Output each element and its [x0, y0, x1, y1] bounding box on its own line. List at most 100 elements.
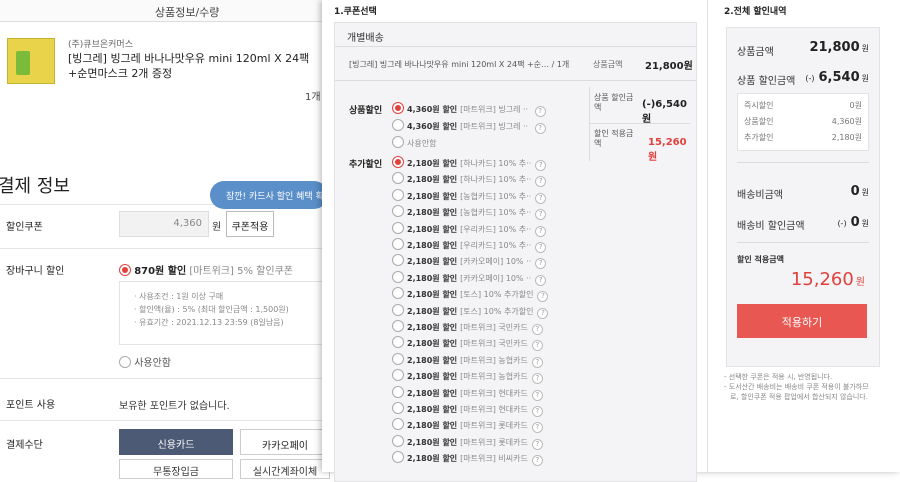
help-icon[interactable]: ? — [535, 258, 547, 270]
coupon-option[interactable]: 2,180원 할인 [마트위크] 롯데카드? — [392, 434, 543, 450]
apply-button[interactable]: 적용하기 — [737, 304, 867, 338]
product-no-use-option[interactable]: 사용안함 — [392, 136, 436, 149]
coupon-amount: 2,180원 할인 — [407, 454, 458, 464]
coupon-option[interactable]: 2,180원 할인 [하나카드] 10% 추··? — [392, 172, 547, 188]
unit: 원 — [861, 188, 869, 197]
unit: 원 — [861, 219, 869, 228]
help-icon[interactable]: ? — [531, 324, 543, 335]
credit-card-button[interactable]: 신용카드 — [119, 429, 233, 455]
help-icon[interactable]: ? — [531, 422, 543, 434]
product-discount-label: 상품할인 — [349, 106, 383, 116]
help-icon[interactable]: ? — [531, 373, 543, 385]
radio-icon[interactable] — [392, 172, 404, 185]
help-icon[interactable]: ? — [534, 123, 546, 134]
radio-icon[interactable] — [392, 238, 404, 250]
final-amount-label: 할인 적용금액 — [737, 255, 784, 264]
coupon-option[interactable]: 2,180원 할인 [우리카드] 10% 추··? — [392, 221, 547, 237]
coupon-option[interactable]: 2,180원 할인 [마트위크] 국민카드? — [392, 336, 543, 352]
points-text: 보유한 포인트가 없습니다. — [119, 401, 230, 412]
coupon-option[interactable]: 2,180원 할인 [마트위크] 농협카드? — [392, 369, 543, 385]
help-icon[interactable]: ? — [535, 160, 547, 171]
summary-discount-label: 상품 할인금액 — [737, 76, 796, 87]
radio-selected-icon[interactable] — [119, 264, 131, 276]
radio-icon[interactable] — [392, 451, 404, 464]
help-icon[interactable]: ? — [535, 192, 547, 204]
radio-icon[interactable] — [392, 136, 404, 148]
coupon-option[interactable]: 2,180원 할인 [우리카드] 10% 추··? — [392, 238, 547, 253]
coupon-option[interactable]: 2,180원 할인 [마트위크] 비씨카드? — [392, 451, 543, 467]
radio-icon[interactable] — [392, 418, 404, 431]
help-icon[interactable]: ? — [531, 340, 543, 352]
radio-icon[interactable] — [392, 352, 404, 365]
coupon-option[interactable]: 2,180원 할인 [마트위크] 국민카드? — [392, 320, 543, 335]
help-icon[interactable]: ? — [531, 406, 543, 417]
coupon-option[interactable]: 2,180원 할인 [하나카드] 10% 추··? — [392, 156, 547, 171]
kakaopay-button[interactable]: 카카오페이 — [240, 429, 330, 455]
divider — [737, 242, 869, 243]
coupon-select-title: 1.쿠폰선택 — [334, 7, 377, 17]
coupon-desc: [마트위크] 국민카드 — [460, 339, 528, 349]
radio-icon[interactable] — [392, 303, 404, 316]
detail-label: 추가할인 — [744, 133, 774, 142]
product-qty: 1개 — [305, 92, 321, 103]
note-line: - 선택한 쿠폰은 적용 시, 반영됩니다. — [724, 373, 833, 381]
divider — [590, 123, 690, 124]
card-benefit-tooltip[interactable]: 잠깐! 카드사 할인 혜택 확 — [210, 181, 328, 209]
coupon-option[interactable]: 2,180원 할인 [카카오페이] 10% ··? — [392, 270, 547, 286]
help-icon[interactable]: ? — [537, 307, 549, 319]
cart-no-use-option[interactable]: 사용안함 — [119, 354, 171, 369]
help-icon[interactable]: ? — [535, 209, 547, 221]
coupon-option[interactable]: 2,180원 할인 [농협카드] 10% 추··? — [392, 188, 547, 204]
radio-icon[interactable] — [119, 356, 131, 368]
cart-discount-label: 장바구니 할인 — [6, 266, 65, 277]
radio-icon[interactable] — [392, 188, 404, 201]
radio-icon[interactable] — [392, 270, 404, 283]
help-icon[interactable]: ? — [535, 225, 547, 237]
help-icon[interactable]: ? — [531, 438, 543, 450]
radio-selected-icon[interactable] — [392, 156, 404, 168]
coupon-option[interactable]: 2,180원 할인 [마트위크] 현대카드? — [392, 402, 543, 417]
coupon-option[interactable]: 2,180원 할인 [토스] 10% 추가할인? — [392, 287, 549, 303]
coupon-option[interactable]: 2,180원 할인 [토스] 10% 추가할인? — [392, 303, 549, 319]
radio-icon[interactable] — [392, 434, 404, 447]
cart-option-amount: 870원 할인 — [134, 266, 187, 277]
radio-icon[interactable] — [392, 336, 404, 349]
radio-icon[interactable] — [392, 369, 404, 382]
help-icon[interactable]: ? — [534, 106, 546, 117]
help-icon[interactable]: ? — [535, 176, 547, 188]
product-thumbnail[interactable] — [7, 38, 55, 84]
shipping-discount: (-) 0 원 — [835, 215, 869, 230]
radio-icon[interactable] — [392, 205, 404, 218]
coupon-option[interactable]: 2,180원 할인 [마트위크] 농협카드? — [392, 352, 543, 368]
cart-discount-option[interactable]: 870원 할인 [마트위크] 5% 할인쿠폰 — [119, 262, 293, 277]
coupon-option[interactable]: 2,180원 할인 [마트위크] 현대카드? — [392, 385, 543, 401]
coupon-option[interactable]: 2,180원 할인 [마트위크] 롯데카드? — [392, 418, 543, 434]
radio-icon[interactable] — [392, 287, 404, 300]
delivery-group: 개별배송 [빙그레] 빙그레 바나나맛우유 mini 120ml X 24팩 +… — [334, 22, 697, 482]
help-icon[interactable]: ? — [535, 242, 547, 253]
realtime-transfer-button[interactable]: 실시간계좌이체 — [240, 459, 330, 479]
coupon-option[interactable]: 2,180원 할인 [카카오페이] 10% ··? — [392, 254, 547, 270]
product-name[interactable]: [빙그레] 빙그레 바나나맛우유 mini 120ml X 24팩 +순면마스크… — [68, 51, 318, 81]
bank-transfer-button[interactable]: 무통장입금 — [119, 459, 233, 479]
radio-icon[interactable] — [392, 119, 404, 131]
help-icon[interactable]: ? — [535, 274, 547, 286]
radio-icon[interactable] — [392, 221, 404, 234]
condition-line: · 할인액(율) : 5% (최대 할인금액 : 1,500원) — [134, 305, 289, 314]
coupon-desc: [마트위크] 롯데카드 — [460, 421, 528, 431]
coupon-apply-button[interactable]: 쿠폰적용 — [226, 211, 274, 237]
help-icon[interactable]: ? — [531, 389, 543, 401]
help-icon[interactable]: ? — [537, 291, 549, 303]
coupon-option[interactable]: 4,360원 할인 [마트위크] 빙그레 ·· ? — [392, 102, 546, 117]
coupon-option[interactable]: 4,360원 할인 [마트위크] 빙그레 ·· ? — [392, 119, 546, 134]
help-icon[interactable]: ? — [531, 455, 543, 467]
radio-icon[interactable] — [392, 320, 404, 332]
coupon-desc: [하나카드] 10% 추·· — [460, 159, 532, 168]
radio-icon[interactable] — [392, 402, 404, 414]
detail-value: 0원 — [849, 101, 862, 110]
radio-selected-icon[interactable] — [392, 102, 404, 114]
coupon-option[interactable]: 2,180원 할인 [농협카드] 10% 추··? — [392, 205, 547, 221]
radio-icon[interactable] — [392, 385, 404, 398]
radio-icon[interactable] — [392, 254, 404, 267]
help-icon[interactable]: ? — [531, 356, 543, 368]
